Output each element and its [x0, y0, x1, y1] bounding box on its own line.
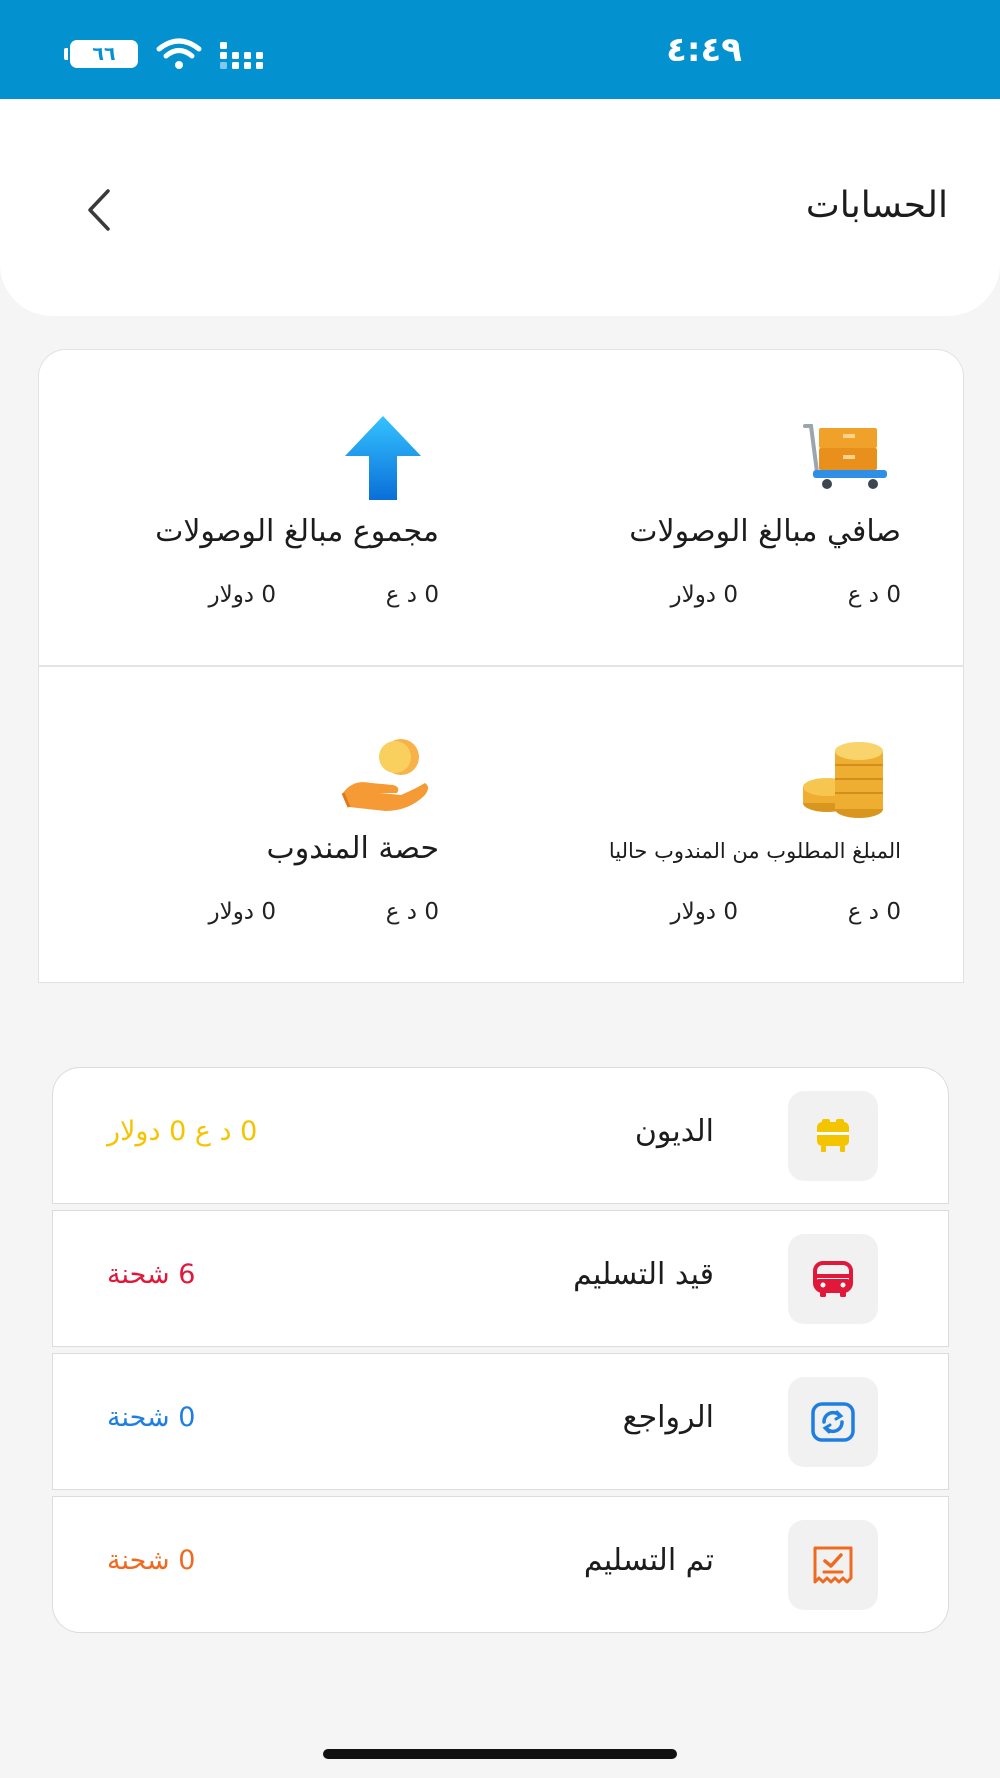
- bus-icon-box: [788, 1234, 878, 1324]
- status-time: ٤:٤٩: [666, 30, 742, 70]
- delegate-share-label: حصة المندوب: [266, 831, 439, 866]
- back-button[interactable]: [82, 185, 118, 235]
- required-from-delegate-label: المبلغ المطلوب من المندوب حاليا: [608, 839, 901, 863]
- return-icon: [811, 1402, 855, 1442]
- app-header: الحسابات: [0, 99, 1000, 316]
- wifi-icon: [156, 38, 202, 69]
- return-icon-box: [788, 1377, 878, 1467]
- coins-stack-icon: [803, 742, 883, 818]
- net-receipts-iqd: 0 د ع: [847, 582, 901, 608]
- total-receipts-usd: 0 دولار: [208, 582, 276, 608]
- delegate-share-cell[interactable]: حصة المندوب 0 د ع 0 دولار: [39, 667, 501, 982]
- delegate-share-usd: 0 دولار: [208, 899, 276, 925]
- debts-label: الديون: [634, 1114, 714, 1149]
- total-receipts-cell[interactable]: مجموع مبالغ الوصولات 0 د ع 0 دولار: [39, 350, 501, 665]
- net-receipts-cell[interactable]: صافي مبالغ الوصولات 0 د ع 0 دولار: [501, 350, 963, 665]
- home-indicator[interactable]: [323, 1749, 677, 1759]
- summary-card: صافي مبالغ الوصولات 0 د ع 0 دولار مجموع …: [38, 349, 964, 983]
- debt-icon: [817, 1119, 849, 1152]
- page-title: الحسابات: [805, 185, 948, 226]
- returns-value: 0 شحنة: [107, 1402, 196, 1433]
- net-receipts-usd: 0 دولار: [670, 582, 738, 608]
- total-receipts-label: مجموع مبالغ الوصولات: [155, 514, 439, 549]
- delivered-label: تم التسليم: [583, 1543, 714, 1578]
- receipt-check-icon: [813, 1546, 853, 1584]
- list-item-pending-delivery[interactable]: قيد التسليم 6 شحنة: [52, 1210, 949, 1347]
- bus-icon: [813, 1261, 853, 1297]
- required-from-delegate-iqd: 0 د ع: [847, 899, 901, 925]
- arrow-up-icon: [345, 416, 421, 500]
- required-from-delegate-cell[interactable]: المبلغ المطلوب من المندوب حاليا 0 د ع 0 …: [501, 667, 963, 982]
- pending-delivery-value: 6 شحنة: [107, 1259, 196, 1290]
- net-receipts-label: صافي مبالغ الوصولات: [629, 514, 901, 549]
- total-receipts-iqd: 0 د ع: [385, 582, 439, 608]
- returns-label: الرواجع: [622, 1400, 714, 1435]
- debts-value: 0 د ع 0 دولار: [107, 1116, 258, 1147]
- battery-level: ٦٦: [92, 43, 116, 65]
- status-bar: ٦٦ ٤:٤٩: [0, 0, 1000, 99]
- required-from-delegate-usd: 0 دولار: [670, 899, 738, 925]
- list-item-delivered[interactable]: تم التسليم 0 شحنة: [52, 1496, 949, 1633]
- delivered-value: 0 شحنة: [107, 1545, 196, 1576]
- list-item-returns[interactable]: الرواجع 0 شحنة: [52, 1353, 949, 1490]
- hand-coin-icon: [341, 739, 428, 811]
- debt-icon-box: [788, 1091, 878, 1181]
- delegate-share-iqd: 0 د ع: [385, 899, 439, 925]
- receipt-icon-box: [788, 1520, 878, 1610]
- battery-icon: ٦٦: [64, 40, 138, 68]
- cart-boxes-icon: [803, 424, 887, 489]
- signal-icon: [220, 42, 263, 69]
- list-item-debts[interactable]: الديون 0 د ع 0 دولار: [52, 1067, 949, 1204]
- pending-delivery-label: قيد التسليم: [573, 1257, 714, 1292]
